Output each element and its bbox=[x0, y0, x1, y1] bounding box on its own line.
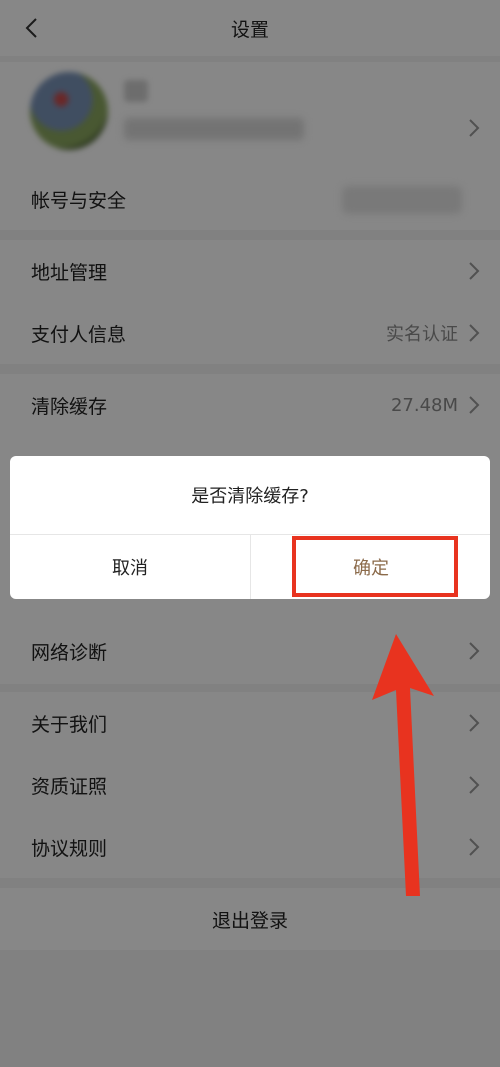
cancel-button[interactable]: 取消 bbox=[10, 535, 250, 599]
annotation-arrow-icon bbox=[372, 634, 434, 896]
dialog-title: 是否清除缓存? bbox=[191, 486, 309, 507]
annotation-highlight-box bbox=[292, 536, 458, 597]
